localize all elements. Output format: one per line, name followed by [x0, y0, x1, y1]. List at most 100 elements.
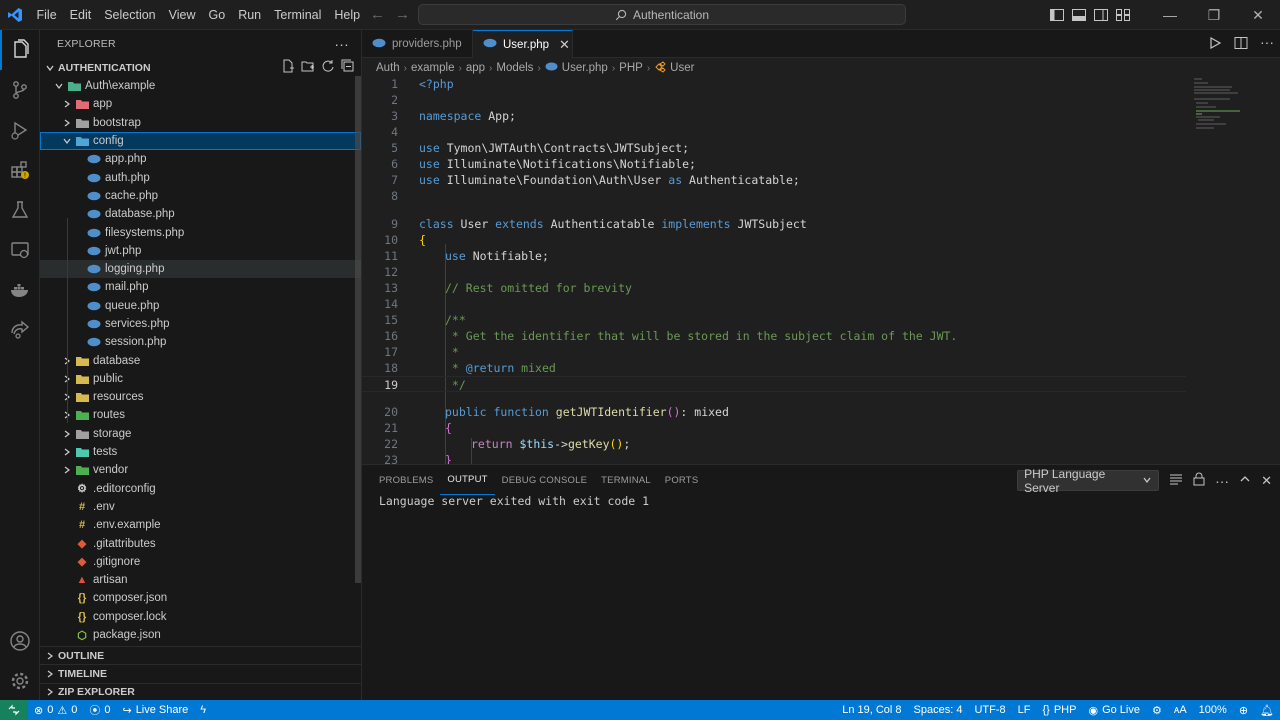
tree-file-env[interactable]: # .env: [40, 498, 361, 516]
tree-folder-bootstrap[interactable]: bootstrap: [40, 114, 361, 132]
close-window-icon[interactable]: ✕: [1236, 0, 1280, 30]
zoom-level[interactable]: 100%: [1193, 700, 1233, 720]
menu-run[interactable]: Run: [232, 0, 268, 30]
lock-icon[interactable]: [1193, 472, 1205, 489]
tree-file-gitignore[interactable]: ◆ .gitignore: [40, 553, 361, 571]
tree-folder-public[interactable]: public: [40, 370, 361, 388]
breadcrumb-item[interactable]: app: [466, 62, 485, 74]
more-actions-icon[interactable]: ···: [1215, 473, 1229, 489]
run-icon[interactable]: [1208, 36, 1222, 53]
tab-user-php[interactable]: User.php ✕: [473, 30, 573, 58]
run-debug-icon[interactable]: [0, 110, 40, 150]
tree-folder-database[interactable]: database: [40, 351, 361, 369]
menu-edit[interactable]: Edit: [63, 0, 98, 30]
new-folder-icon[interactable]: [301, 59, 315, 76]
new-file-icon[interactable]: [281, 59, 295, 76]
section-timeline[interactable]: TIMELINE: [40, 664, 362, 682]
tree-file-composer-lock[interactable]: {} composer.lock: [40, 608, 361, 626]
tab-ports[interactable]: PORTS: [658, 465, 706, 495]
tree-folder-vendor[interactable]: vendor: [40, 461, 361, 479]
live-share-status[interactable]: ↪ Live Share: [116, 700, 194, 720]
tree-root-folder[interactable]: Auth\example: [40, 77, 361, 95]
tree-folder-config[interactable]: config: [40, 131, 361, 151]
sync-status[interactable]: ϟ: [194, 700, 212, 720]
more-actions-icon[interactable]: ···: [334, 36, 349, 52]
tree-file-database-php[interactable]: database.php: [40, 205, 361, 223]
tree-file-queue-php[interactable]: queue.php: [40, 297, 361, 315]
tree-file-env-example[interactable]: # .env.example: [40, 516, 361, 534]
tree-file-jwt-php[interactable]: jwt.php: [40, 242, 361, 260]
go-live-button[interactable]: ◉ Go Live: [1082, 700, 1146, 720]
more-actions-icon[interactable]: ···: [1260, 35, 1274, 53]
breadcrumb-item[interactable]: Models: [496, 62, 533, 74]
code-editor[interactable]: 1 <?php 2 3 namespace App; 4 5 use Tymon\JW…: [362, 76, 1186, 464]
output-channel-select[interactable]: PHP Language Server: [1017, 467, 1160, 495]
minimap[interactable]: [1186, 76, 1280, 464]
toggle-secondary-sidebar-icon[interactable]: [1090, 0, 1112, 30]
extensions-icon[interactable]: !: [0, 150, 40, 190]
maximize-panel-icon[interactable]: [1239, 473, 1251, 488]
tree-file-services-php[interactable]: services.php: [40, 315, 361, 333]
minimize-icon[interactable]: —: [1148, 0, 1192, 30]
notifications-bell-icon[interactable]: 🔔︎: [1254, 700, 1280, 720]
section-outline[interactable]: OUTLINE: [40, 646, 362, 664]
workspace-section-header[interactable]: AUTHENTICATION: [40, 58, 361, 77]
live-share-icon[interactable]: [0, 310, 40, 350]
remote-explorer-icon[interactable]: [0, 230, 40, 270]
tree-file-app-php[interactable]: app.php: [40, 150, 361, 168]
ports-status[interactable]: ⦿ 0: [83, 700, 116, 720]
refresh-icon[interactable]: [321, 59, 335, 76]
cursor-position[interactable]: Ln 19, Col 8: [836, 700, 907, 720]
tree-file-artisan[interactable]: ▲ artisan: [40, 571, 361, 589]
tree-folder-routes[interactable]: routes: [40, 406, 361, 424]
manage-gear-icon[interactable]: [0, 661, 40, 701]
breadcrumb-item[interactable]: PHP: [619, 62, 643, 74]
docker-icon[interactable]: [0, 270, 40, 310]
menu-help[interactable]: Help: [328, 0, 367, 30]
tab-terminal[interactable]: TERMINAL: [594, 465, 658, 495]
encoding-status[interactable]: UTF-8: [968, 700, 1011, 720]
tree-folder-app[interactable]: app: [40, 95, 361, 113]
clear-output-icon[interactable]: [1169, 472, 1183, 489]
tree-file-session-php[interactable]: session.php: [40, 333, 361, 351]
menu-terminal[interactable]: Terminal: [268, 0, 328, 30]
tab-output[interactable]: OUTPUT: [440, 465, 495, 495]
tree-file-editorconfig[interactable]: ⚙ .editorconfig: [40, 480, 361, 498]
menu-file[interactable]: File: [30, 0, 63, 30]
tree-file-composer-json[interactable]: {} composer.json: [40, 589, 361, 607]
accounts-icon[interactable]: [0, 621, 40, 661]
remote-indicator-icon[interactable]: [0, 700, 28, 720]
toggle-panel-icon[interactable]: [1068, 0, 1090, 30]
close-panel-icon[interactable]: ✕: [1261, 473, 1272, 489]
tree-file-cache-php[interactable]: cache.php: [40, 187, 361, 205]
tree-folder-resources[interactable]: resources: [40, 388, 361, 406]
tree-file-filesystems-php[interactable]: filesystems.php: [40, 223, 361, 241]
command-center-search[interactable]: Authentication: [418, 4, 906, 25]
tree-file-mail-php[interactable]: mail.php: [40, 278, 361, 296]
back-arrow-icon[interactable]: ←: [370, 6, 385, 23]
section-zip-explorer[interactable]: ZIP EXPLORER: [40, 682, 362, 701]
tab-problems[interactable]: PROBLEMS: [372, 465, 440, 495]
tree-folder-tests[interactable]: tests: [40, 443, 361, 461]
menu-view[interactable]: View: [162, 0, 202, 30]
explorer-icon[interactable]: [0, 30, 40, 70]
customize-layout-icon[interactable]: [1112, 0, 1134, 30]
indentation-status[interactable]: Spaces: 4: [908, 700, 969, 720]
menu-go[interactable]: Go: [202, 0, 232, 30]
collapse-all-icon[interactable]: [341, 59, 355, 76]
toggle-primary-sidebar-icon[interactable]: [1046, 0, 1068, 30]
breadcrumb-item[interactable]: example: [411, 62, 454, 74]
breadcrumb-item[interactable]: User.php: [562, 62, 608, 74]
restore-icon[interactable]: ❐: [1192, 0, 1236, 30]
tab-debug-console[interactable]: DEBUG CONSOLE: [495, 465, 594, 495]
language-mode[interactable]: {} PHP: [1036, 700, 1082, 720]
close-tab-icon[interactable]: ✕: [559, 37, 570, 53]
tree-folder-storage[interactable]: storage: [40, 425, 361, 443]
sidebar-scrollbar[interactable]: [355, 76, 361, 583]
tree-file-gitattributes[interactable]: ◆ .gitattributes: [40, 534, 361, 552]
tree-file-package-json[interactable]: ⬡ package.json: [40, 626, 361, 644]
breadcrumb-item[interactable]: User: [670, 62, 694, 74]
problems-status[interactable]: ⊗ 0 ⚠ 0: [28, 700, 83, 720]
zoom-in-icon[interactable]: ⊕: [1233, 700, 1254, 720]
tree-file-auth-php[interactable]: auth.php: [40, 168, 361, 186]
